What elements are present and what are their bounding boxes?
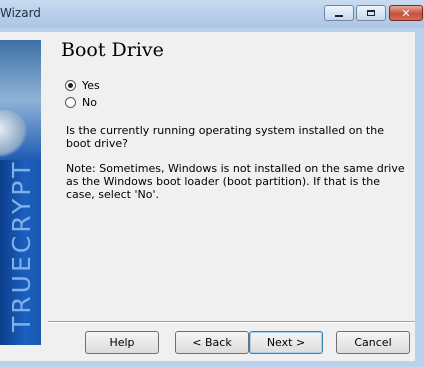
title-bar[interactable]: Wizard ✕ [0, 0, 424, 29]
radio-yes-button[interactable] [65, 80, 76, 91]
back-button[interactable]: < Back [175, 331, 249, 354]
question-text: Is the currently running operating syste… [66, 124, 384, 150]
minimize-button[interactable] [324, 5, 354, 21]
minimize-icon [335, 14, 343, 17]
note-text: Note: Sometimes, Windows is not installe… [66, 162, 405, 201]
truecrypt-banner: TRUECRYPT [0, 40, 41, 345]
window-title: Wizard [0, 6, 41, 20]
banner-text: TRUECRYPT [7, 159, 36, 332]
maximize-icon [367, 10, 375, 16]
radio-no-label[interactable]: No [82, 96, 97, 109]
radio-no[interactable]: No [65, 96, 97, 109]
radio-yes-label[interactable]: Yes [82, 79, 100, 92]
page-title: Boot Drive [61, 39, 164, 61]
radio-no-button[interactable] [65, 97, 76, 108]
close-icon: ✕ [401, 6, 411, 20]
footer-divider [48, 321, 415, 323]
close-button[interactable]: ✕ [389, 5, 423, 21]
next-button[interactable]: Next > [249, 331, 323, 354]
cancel-button[interactable]: Cancel [336, 331, 410, 354]
help-button[interactable]: Help [85, 331, 159, 354]
maximize-button[interactable] [356, 5, 386, 21]
radio-yes[interactable]: Yes [65, 79, 100, 92]
